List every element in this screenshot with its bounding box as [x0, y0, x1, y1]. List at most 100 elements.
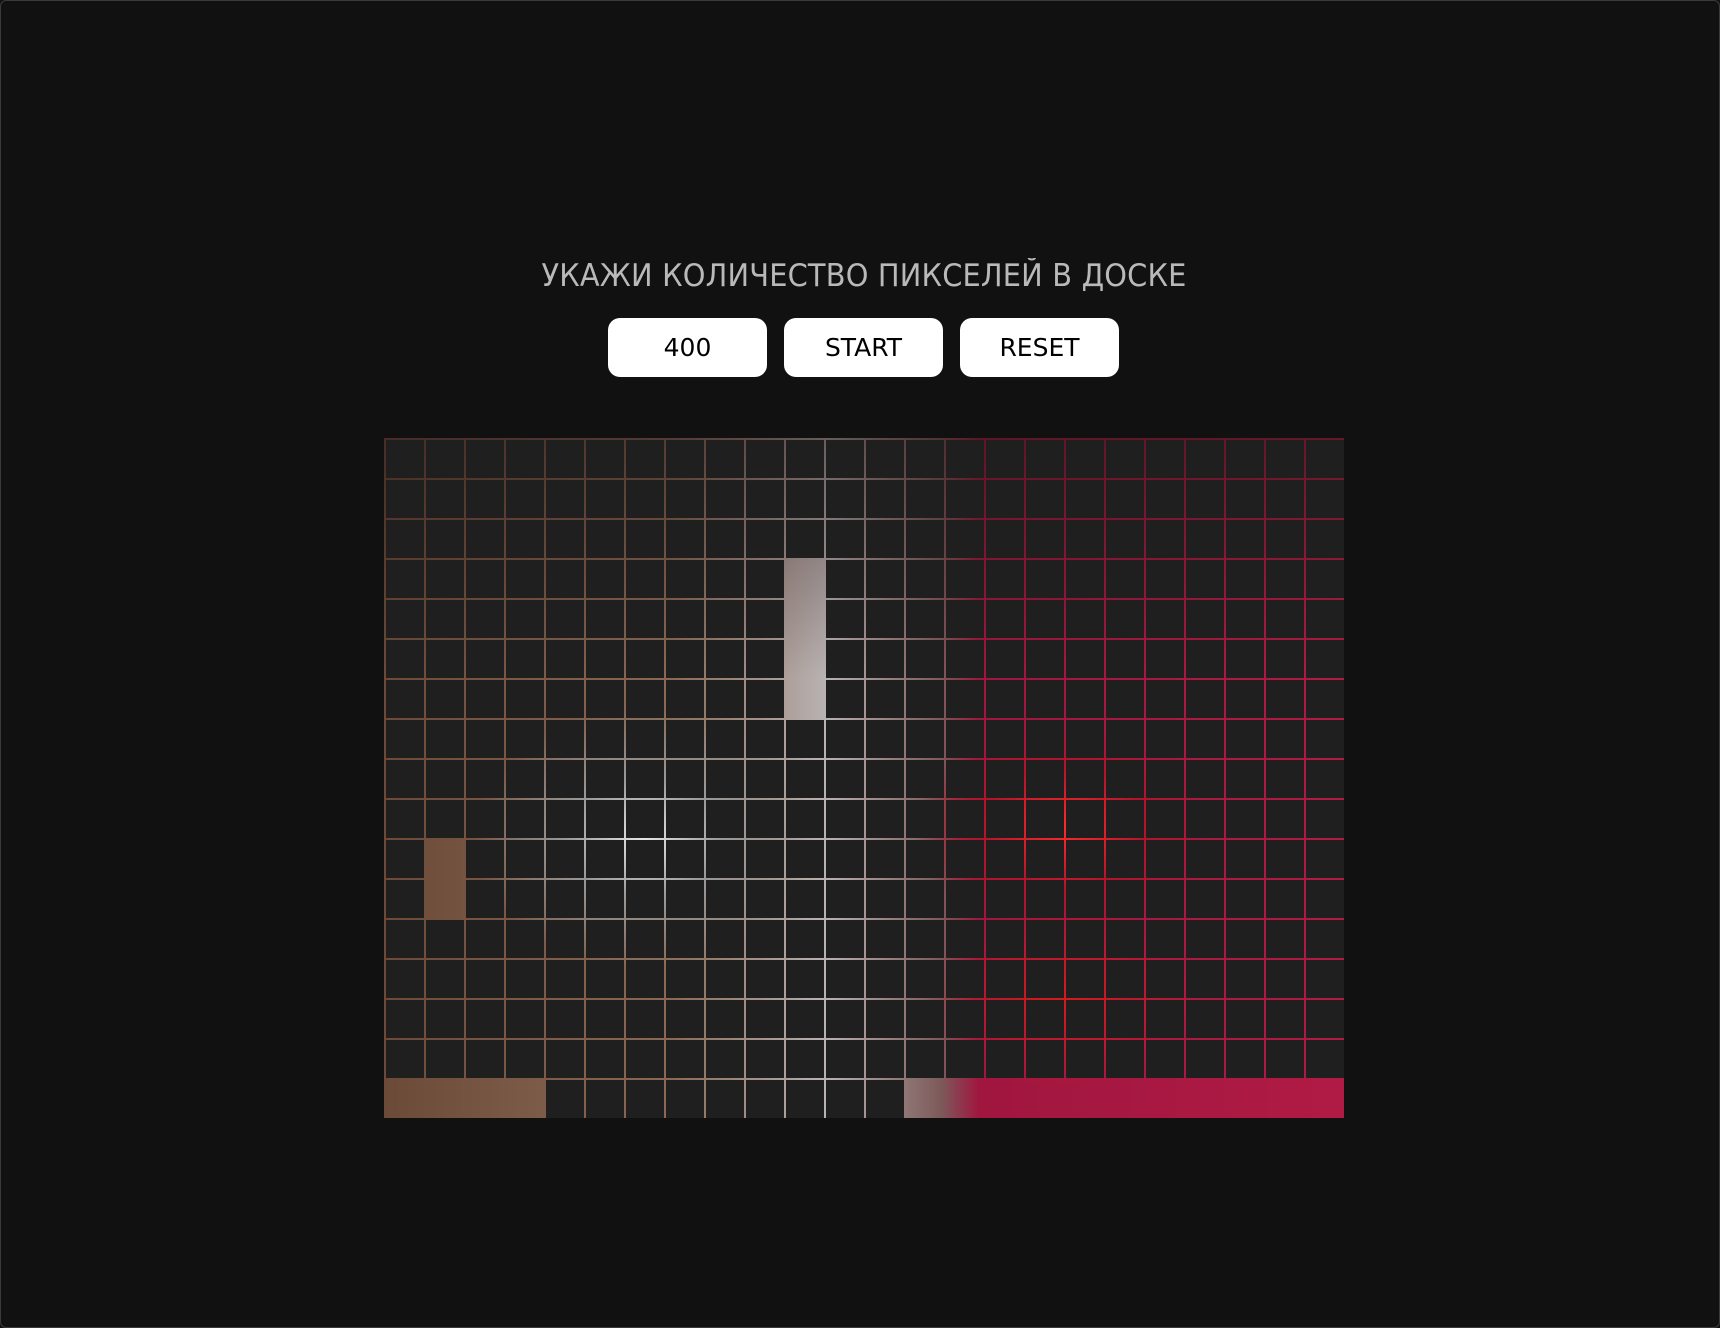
pixel-cell[interactable]: [706, 1080, 744, 1118]
pixel-cell[interactable]: [1266, 1000, 1304, 1038]
pixel-cell[interactable]: [1306, 960, 1344, 998]
pixel-cell[interactable]: [826, 680, 864, 718]
pixel-cell[interactable]: [786, 480, 824, 518]
pixel-cell[interactable]: [426, 800, 464, 838]
pixel-cell[interactable]: [626, 960, 664, 998]
pixel-cell[interactable]: [1186, 800, 1224, 838]
pixel-cell[interactable]: [626, 600, 664, 638]
pixel-cell[interactable]: [546, 680, 584, 718]
pixel-cell[interactable]: [746, 680, 784, 718]
pixel-cell[interactable]: [1186, 760, 1224, 798]
pixel-cell[interactable]: [946, 600, 984, 638]
pixel-cell[interactable]: [666, 640, 704, 678]
pixel-cell[interactable]: [1106, 680, 1144, 718]
pixel-cell[interactable]: [1186, 1040, 1224, 1078]
pixel-cell[interactable]: [586, 1000, 624, 1038]
pixel-cell[interactable]: [666, 440, 704, 478]
pixel-cell[interactable]: [1066, 600, 1104, 638]
pixel-cell[interactable]: [1306, 560, 1344, 598]
pixel-cell[interactable]: [1186, 520, 1224, 558]
pixel-cell[interactable]: [1026, 480, 1064, 518]
pixel-cell[interactable]: [786, 520, 824, 558]
pixel-cell[interactable]: [1066, 1040, 1104, 1078]
pixel-cell[interactable]: [1306, 760, 1344, 798]
pixel-cell[interactable]: [906, 840, 944, 878]
pixel-cell[interactable]: [1066, 520, 1104, 558]
pixel-cell[interactable]: [1146, 520, 1184, 558]
pixel-cell[interactable]: [826, 480, 864, 518]
pixel-cell[interactable]: [706, 1040, 744, 1078]
pixel-cell[interactable]: [906, 440, 944, 478]
pixel-cell[interactable]: [746, 840, 784, 878]
pixel-cell[interactable]: [1226, 560, 1264, 598]
pixel-cell[interactable]: [906, 720, 944, 758]
pixel-cell[interactable]: [906, 680, 944, 718]
pixel-cell[interactable]: [1226, 440, 1264, 478]
pixel-cell[interactable]: [546, 440, 584, 478]
pixel-cell[interactable]: [666, 920, 704, 958]
pixel-cell[interactable]: [1266, 560, 1304, 598]
pixel-cell[interactable]: [1146, 720, 1184, 758]
pixel-cell[interactable]: [506, 720, 544, 758]
pixel-cell[interactable]: [1106, 960, 1144, 998]
pixel-cell[interactable]: [586, 680, 624, 718]
pixel-cell[interactable]: [1226, 1040, 1264, 1078]
pixel-cell[interactable]: [1186, 640, 1224, 678]
pixel-cell[interactable]: [1226, 760, 1264, 798]
pixel-cell[interactable]: [1226, 640, 1264, 678]
pixel-cell[interactable]: [546, 880, 584, 918]
pixel-cell[interactable]: [746, 960, 784, 998]
pixel-cell[interactable]: [906, 760, 944, 798]
pixel-cell[interactable]: [706, 920, 744, 958]
pixel-cell[interactable]: [906, 800, 944, 838]
pixel-cell[interactable]: [1066, 960, 1104, 998]
pixel-cell[interactable]: [906, 520, 944, 558]
pixel-cell[interactable]: [506, 480, 544, 518]
pixel-cell[interactable]: [866, 680, 904, 718]
pixel-cell[interactable]: [1306, 520, 1344, 558]
pixel-cell[interactable]: [506, 640, 544, 678]
pixel-cell[interactable]: [746, 560, 784, 598]
pixel-cell[interactable]: [1146, 880, 1184, 918]
pixel-cell[interactable]: [946, 1000, 984, 1038]
pixel-cell[interactable]: [1306, 1000, 1344, 1038]
pixel-cell[interactable]: [626, 800, 664, 838]
pixel-cell[interactable]: [586, 1080, 624, 1118]
pixel-cell[interactable]: [986, 920, 1024, 958]
pixel-cell[interactable]: [786, 720, 824, 758]
pixel-cell[interactable]: [1306, 440, 1344, 478]
pixel-cell[interactable]: [1186, 680, 1224, 718]
pixel-cell[interactable]: [1026, 920, 1064, 958]
pixel-cell[interactable]: [866, 440, 904, 478]
pixel-cell[interactable]: [586, 480, 624, 518]
pixel-cell[interactable]: [466, 880, 504, 918]
pixel-cell[interactable]: [946, 480, 984, 518]
pixel-cell[interactable]: [1026, 1040, 1064, 1078]
pixel-cell[interactable]: [1266, 440, 1304, 478]
pixel-cell[interactable]: [786, 760, 824, 798]
pixel-cell[interactable]: [1146, 440, 1184, 478]
pixel-cell[interactable]: [986, 600, 1024, 638]
pixel-cell[interactable]: [746, 1000, 784, 1038]
pixel-cell[interactable]: [586, 720, 624, 758]
pixel-cell[interactable]: [466, 1000, 504, 1038]
pixel-cell[interactable]: [1146, 480, 1184, 518]
pixel-cell[interactable]: [666, 760, 704, 798]
pixel-cell[interactable]: [506, 440, 544, 478]
pixel-cell[interactable]: [666, 520, 704, 558]
pixel-cell[interactable]: [986, 520, 1024, 558]
pixel-cell[interactable]: [986, 680, 1024, 718]
pixel-cell[interactable]: [746, 640, 784, 678]
pixel-cell[interactable]: [386, 560, 424, 598]
pixel-cell[interactable]: [666, 1040, 704, 1078]
pixel-cell[interactable]: [986, 560, 1024, 598]
pixel-cell[interactable]: [586, 800, 624, 838]
pixel-cell[interactable]: [1066, 880, 1104, 918]
pixel-cell[interactable]: [386, 760, 424, 798]
pixel-cell[interactable]: [1146, 760, 1184, 798]
pixel-cell[interactable]: [986, 800, 1024, 838]
pixel-cell[interactable]: [1226, 480, 1264, 518]
pixel-cell[interactable]: [746, 720, 784, 758]
pixel-cell[interactable]: [706, 560, 744, 598]
pixel-cell[interactable]: [946, 1080, 984, 1118]
